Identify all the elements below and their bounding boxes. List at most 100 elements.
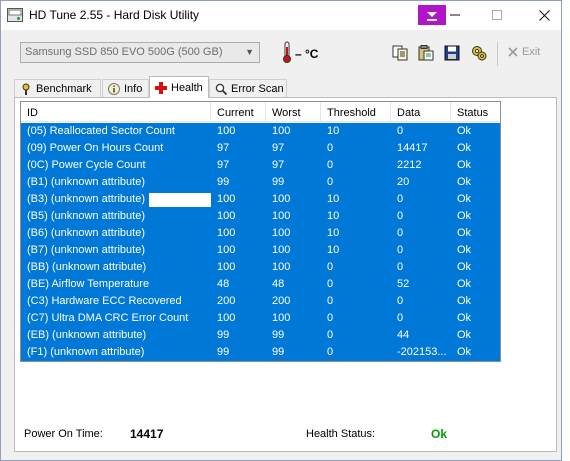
- cell-current: 97: [217, 142, 230, 154]
- table-row[interactable]: (B3) (unknown attribute) 100 100 10 0 Ok: [21, 191, 500, 208]
- table-row[interactable]: (BE) Airflow Temperature 48 48 0 52 Ok: [21, 276, 500, 293]
- tab-benchmark[interactable]: Benchmark: [14, 79, 101, 98]
- tab-health[interactable]: Health: [149, 76, 209, 98]
- save-icon[interactable]: [444, 45, 460, 61]
- cell-id: (B5) (unknown attribute): [27, 210, 145, 222]
- cell-worst: 100: [272, 125, 291, 137]
- cell-current: 99: [217, 176, 230, 188]
- table-row[interactable]: (BB) (unknown attribute) 100 100 0 0 Ok: [21, 259, 500, 276]
- cell-status: Ok: [457, 329, 472, 341]
- maximize-button[interactable]: [489, 4, 505, 26]
- cell-worst: 97: [272, 159, 285, 171]
- cell-threshold: 0: [327, 295, 334, 307]
- cell-worst: 100: [272, 193, 291, 205]
- cell-current: 100: [217, 193, 236, 205]
- table-row[interactable]: (B6) (unknown attribute) 100 100 10 0 Ok: [21, 225, 500, 242]
- cell-worst: 99: [272, 346, 285, 358]
- cell-threshold: 10: [327, 193, 340, 205]
- cell-worst: 100: [272, 210, 291, 222]
- column-header-worst[interactable]: Worst: [266, 102, 321, 122]
- copy-icon[interactable]: [392, 45, 408, 61]
- cell-id: (F1) (unknown attribute): [27, 346, 145, 358]
- cell-data: 2212: [397, 159, 422, 171]
- table-row[interactable]: (B5) (unknown attribute) 100 100 10 0 Ok: [21, 208, 500, 225]
- health-cross-icon: [155, 81, 167, 94]
- cell-id: (C7) Ultra DMA CRC Error Count: [27, 312, 189, 324]
- table-row[interactable]: (0C) Power Cycle Count 97 97 0 2212 Ok: [21, 157, 500, 174]
- cell-data: 44: [397, 329, 410, 341]
- exit-x-icon: [508, 47, 518, 57]
- cell-threshold: 0: [327, 176, 334, 188]
- cell-data: 0: [397, 193, 404, 205]
- table-row[interactable]: (F1) (unknown attribute) 99 99 0 -202153... O…: [21, 344, 500, 361]
- cell-id: (C3) Hardware ECC Recovered: [27, 295, 182, 307]
- cell-data: 0: [397, 125, 404, 137]
- temperature-readout: – °C: [295, 47, 319, 61]
- table-row[interactable]: (B7) (unknown attribute) 100 100 10 0 Ok: [21, 242, 500, 259]
- exit-label: Exit: [522, 46, 541, 58]
- table-body: (05) Reallocated Sector Count 100 100 10 0 Ok…: [21, 123, 500, 361]
- maximize-icon: [492, 10, 502, 20]
- column-header-threshold[interactable]: Threshold: [321, 102, 391, 122]
- tab-info[interactable]: Info: [102, 79, 149, 98]
- cell-worst: 100: [272, 261, 291, 273]
- cell-id: (BB) (unknown attribute): [27, 261, 147, 273]
- cell-status: Ok: [457, 210, 472, 222]
- info-icon: [108, 83, 120, 95]
- chevron-down-icon: ▼: [245, 47, 254, 57]
- cell-threshold: 0: [327, 346, 334, 358]
- cell-status: Ok: [457, 261, 472, 273]
- exit-button[interactable]: Exit: [508, 46, 540, 58]
- cell-current: 100: [217, 244, 236, 256]
- cell-status: Ok: [457, 312, 472, 324]
- download-button[interactable]: [418, 5, 446, 25]
- cell-data: 0: [397, 312, 404, 324]
- column-header-data[interactable]: Data: [391, 102, 451, 122]
- cell-current: 48: [217, 278, 230, 290]
- cell-status: Ok: [457, 193, 472, 205]
- table-row[interactable]: (C7) Ultra DMA CRC Error Count 100 100 0 0 Ok: [21, 310, 500, 327]
- table-row[interactable]: (EB) (unknown attribute) 99 99 0 44 Ok: [21, 327, 500, 344]
- health-status-label: Health Status:: [306, 428, 376, 440]
- column-header-status[interactable]: Status: [451, 102, 500, 122]
- cell-worst: 99: [272, 176, 285, 188]
- column-header-id[interactable]: ID: [21, 102, 211, 122]
- column-header-current[interactable]: Current: [211, 102, 266, 122]
- thermometer-icon: [283, 41, 291, 63]
- paste-icon[interactable]: [418, 45, 434, 61]
- cell-current: 99: [217, 329, 230, 341]
- options-icon[interactable]: [471, 45, 487, 61]
- cell-status: Ok: [457, 346, 472, 358]
- cell-worst: 200: [272, 295, 291, 307]
- table-row[interactable]: (B1) (unknown attribute) 99 99 0 20 Ok: [21, 174, 500, 191]
- minimize-button[interactable]: [447, 4, 463, 26]
- cell-status: Ok: [457, 244, 472, 256]
- cell-id: (0C) Power Cycle Count: [27, 159, 146, 171]
- toolbar: Samsung SSD 850 EVO 500G (500 GB) ▼ – °C: [1, 36, 561, 72]
- table-row[interactable]: (05) Reallocated Sector Count 100 100 10 0 Ok: [21, 123, 500, 140]
- cell-current: 97: [217, 159, 230, 171]
- magnifier-icon: [215, 83, 227, 95]
- cell-threshold: 10: [327, 244, 340, 256]
- tab-error-scan[interactable]: Error Scan: [209, 79, 287, 98]
- cell-current: 100: [217, 261, 236, 273]
- cell-worst: 100: [272, 244, 291, 256]
- smart-attributes-table[interactable]: ID Current Worst Threshold Data Status (…: [20, 101, 501, 362]
- cell-status: Ok: [457, 142, 472, 154]
- cell-status: Ok: [457, 125, 472, 137]
- status-area: Power On Time: 14417 Health Status: Ok: [14, 419, 557, 449]
- redraw-artifact: [149, 193, 211, 207]
- cell-status: Ok: [457, 176, 472, 188]
- cell-threshold: 0: [327, 329, 334, 341]
- cell-data: 52: [397, 278, 410, 290]
- tab-info-label: Info: [124, 83, 143, 95]
- cell-status: Ok: [457, 295, 472, 307]
- table-row[interactable]: (09) Power On Hours Count 97 97 0 14417 Ok: [21, 140, 500, 157]
- cell-current: 100: [217, 210, 236, 222]
- drive-select-value: Samsung SSD 850 EVO 500G (500 GB): [25, 46, 223, 58]
- tab-error-scan-label: Error Scan: [231, 83, 284, 95]
- toolbar-divider: [497, 42, 498, 66]
- close-button[interactable]: [535, 4, 553, 26]
- drive-select[interactable]: Samsung SSD 850 EVO 500G (500 GB) ▼: [20, 42, 260, 63]
- table-row[interactable]: (C3) Hardware ECC Recovered 200 200 0 0 Ok: [21, 293, 500, 310]
